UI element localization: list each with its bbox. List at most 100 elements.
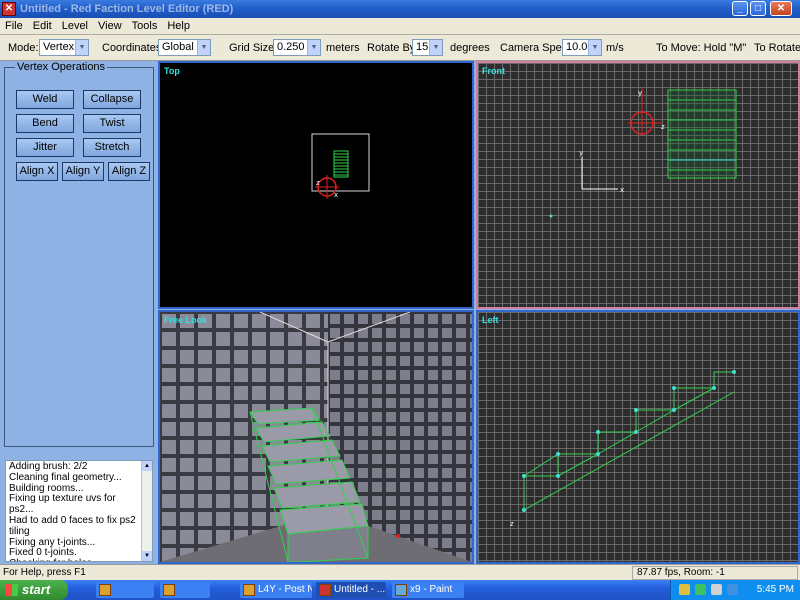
stretch-button[interactable]: Stretch — [83, 138, 141, 157]
jitter-button[interactable]: Jitter — [16, 138, 74, 157]
mode-label: Mode: — [8, 42, 39, 54]
tray-icon[interactable] — [695, 584, 706, 595]
log-output[interactable]: Adding brush: 2/2 Cleaning final geometry… — [5, 460, 153, 562]
chevron-down-icon[interactable]: ▼ — [588, 40, 601, 55]
taskbar: start L4Y - Post N... Untitled - ... x9 … — [0, 580, 800, 600]
menu-tools[interactable]: Tools — [127, 18, 163, 32]
taskbar-item-browser[interactable]: L4Y - Post N... — [240, 582, 312, 598]
taskbar-item-paint[interactable]: x9 - Paint — [392, 582, 464, 598]
log-scrollbar[interactable]: ▲ ▼ — [141, 461, 152, 561]
vertex-operations-legend: Vertex Operations — [15, 61, 108, 73]
bend-button[interactable]: Bend — [16, 114, 74, 133]
viewport-front[interactable]: Front y z y x — [476, 61, 800, 309]
app-icon — [99, 584, 111, 596]
menu-bar: File Edit Level View Tools Help — [0, 18, 800, 35]
front-view-canvas: y z y x — [549, 87, 737, 218]
taskbar-item-1[interactable] — [96, 582, 154, 598]
log-lines: Adding brush: 2/2 Cleaning final geometry… — [9, 461, 139, 561]
menu-level[interactable]: Level — [57, 18, 93, 32]
coordinates-value: Global — [162, 41, 194, 53]
twist-button[interactable]: Twist — [83, 114, 141, 133]
viewport-free-look-label: Free Look — [164, 315, 208, 325]
chevron-down-icon[interactable]: ▼ — [307, 40, 320, 55]
taskbar-item-2[interactable] — [160, 582, 210, 598]
log-line: Cleaning final geometry... — [9, 471, 122, 483]
help-hint: For Help, press F1 — [3, 567, 86, 578]
vertex-operations-group: Vertex Operations Weld Collapse Bend Twi… — [4, 61, 154, 447]
taskbar-item-editor[interactable]: Untitled - ... — [316, 582, 386, 598]
svg-text:x: x — [620, 186, 624, 194]
scroll-up-icon[interactable]: ▲ — [142, 461, 152, 471]
maximize-button[interactable]: □ — [750, 1, 766, 16]
svg-text:y: y — [579, 149, 583, 157]
rotate-by-label: Rotate By: — [367, 42, 419, 54]
fps-readout: 87.87 fps, Room: -1 — [632, 566, 798, 580]
editor-window: ✕ Untitled - Red Faction Level Editor (R… — [0, 0, 800, 600]
log-panel: Adding brush: 2/2 Cleaning final geometry… — [0, 451, 158, 564]
free-look-canvas — [160, 312, 472, 562]
origin-axes-icon: y x — [579, 149, 624, 194]
log-line: Fixing up texture uvs for ps2... — [9, 493, 116, 516]
weld-button[interactable]: Weld — [16, 90, 74, 109]
left-view-canvas: z — [510, 370, 736, 528]
x-logo-icon — [319, 584, 331, 596]
align-z-button[interactable]: Align Z — [108, 162, 150, 181]
start-button[interactable]: start — [0, 580, 68, 600]
mode-select[interactable]: Vertex ▼ — [39, 39, 89, 56]
rotate-by-select[interactable]: 15 ▼ — [412, 39, 443, 56]
viewport-free-look[interactable]: Free Look — [158, 310, 474, 564]
scroll-down-icon[interactable]: ▼ — [142, 551, 152, 561]
menu-file[interactable]: File — [0, 18, 28, 32]
chevron-down-icon[interactable]: ▼ — [197, 40, 210, 55]
viewport-left-label: Left — [482, 315, 499, 325]
viewport-top[interactable]: Top z x — [158, 61, 474, 309]
svg-text:y: y — [638, 89, 642, 97]
minimize-button[interactable]: _ — [732, 1, 748, 16]
grid-size-value: 0.250 — [277, 41, 305, 53]
rotate-unit-label: degrees — [450, 42, 490, 54]
top-view-canvas: z x — [311, 133, 370, 199]
paint-icon — [395, 584, 407, 596]
z-axis-marker: z — [510, 520, 514, 528]
stair-brush-top — [333, 150, 349, 178]
menu-help[interactable]: Help — [162, 18, 195, 32]
title-bar[interactable]: ✕ Untitled - Red Faction Level Editor (R… — [0, 0, 800, 18]
toolbar: Mode: Vertex ▼ Coordinates: Global ▼ Grid … — [0, 35, 800, 61]
svg-text:z: z — [661, 123, 665, 131]
browser-icon — [243, 584, 255, 596]
tray-icon[interactable] — [727, 584, 738, 595]
collapse-button[interactable]: Collapse — [83, 90, 141, 109]
system-tray: 5:45 PM — [670, 580, 800, 600]
chevron-down-icon[interactable]: ▼ — [75, 40, 88, 55]
close-button[interactable]: ✕ — [770, 1, 792, 16]
menu-view[interactable]: View — [93, 18, 127, 32]
windows-logo-icon — [6, 584, 18, 596]
rotate-hint: To Rotate: — [754, 42, 800, 54]
menu-edit[interactable]: Edit — [28, 18, 57, 32]
coordinates-select[interactable]: Global ▼ — [158, 39, 211, 56]
viewport-left[interactable]: Left z — [476, 310, 800, 564]
tray-icon[interactable] — [711, 584, 722, 595]
viewport-top-label: Top — [164, 66, 180, 76]
align-x-button[interactable]: Align X — [16, 162, 58, 181]
rotate-by-value: 15 — [416, 41, 429, 53]
svg-text:x: x — [334, 191, 338, 199]
light-marker — [396, 534, 400, 538]
grid-unit-label: meters — [326, 42, 360, 54]
camera-speed-unit: m/s — [606, 42, 624, 54]
camera-speed-select[interactable]: 10.00 ▼ — [562, 39, 602, 56]
vertex-point — [549, 214, 553, 218]
log-line: Had to add 0 faces to fix ps2 tiling — [9, 514, 136, 537]
stair-brush-front — [667, 89, 737, 179]
status-bar: For Help, press F1 87.87 fps, Room: -1 — [0, 564, 800, 580]
align-y-button[interactable]: Align Y — [62, 162, 104, 181]
grid-size-select[interactable]: 0.250 ▼ — [273, 39, 321, 56]
stair-brush-side — [523, 371, 735, 511]
viewport-front-label: Front — [482, 66, 505, 76]
tray-icon[interactable] — [679, 584, 690, 595]
clock: 5:45 PM — [756, 584, 794, 595]
app-icon — [163, 584, 175, 596]
coordinates-label: Coordinates: — [102, 42, 165, 54]
mode-value: Vertex — [43, 41, 75, 53]
chevron-down-icon[interactable]: ▼ — [429, 40, 442, 55]
